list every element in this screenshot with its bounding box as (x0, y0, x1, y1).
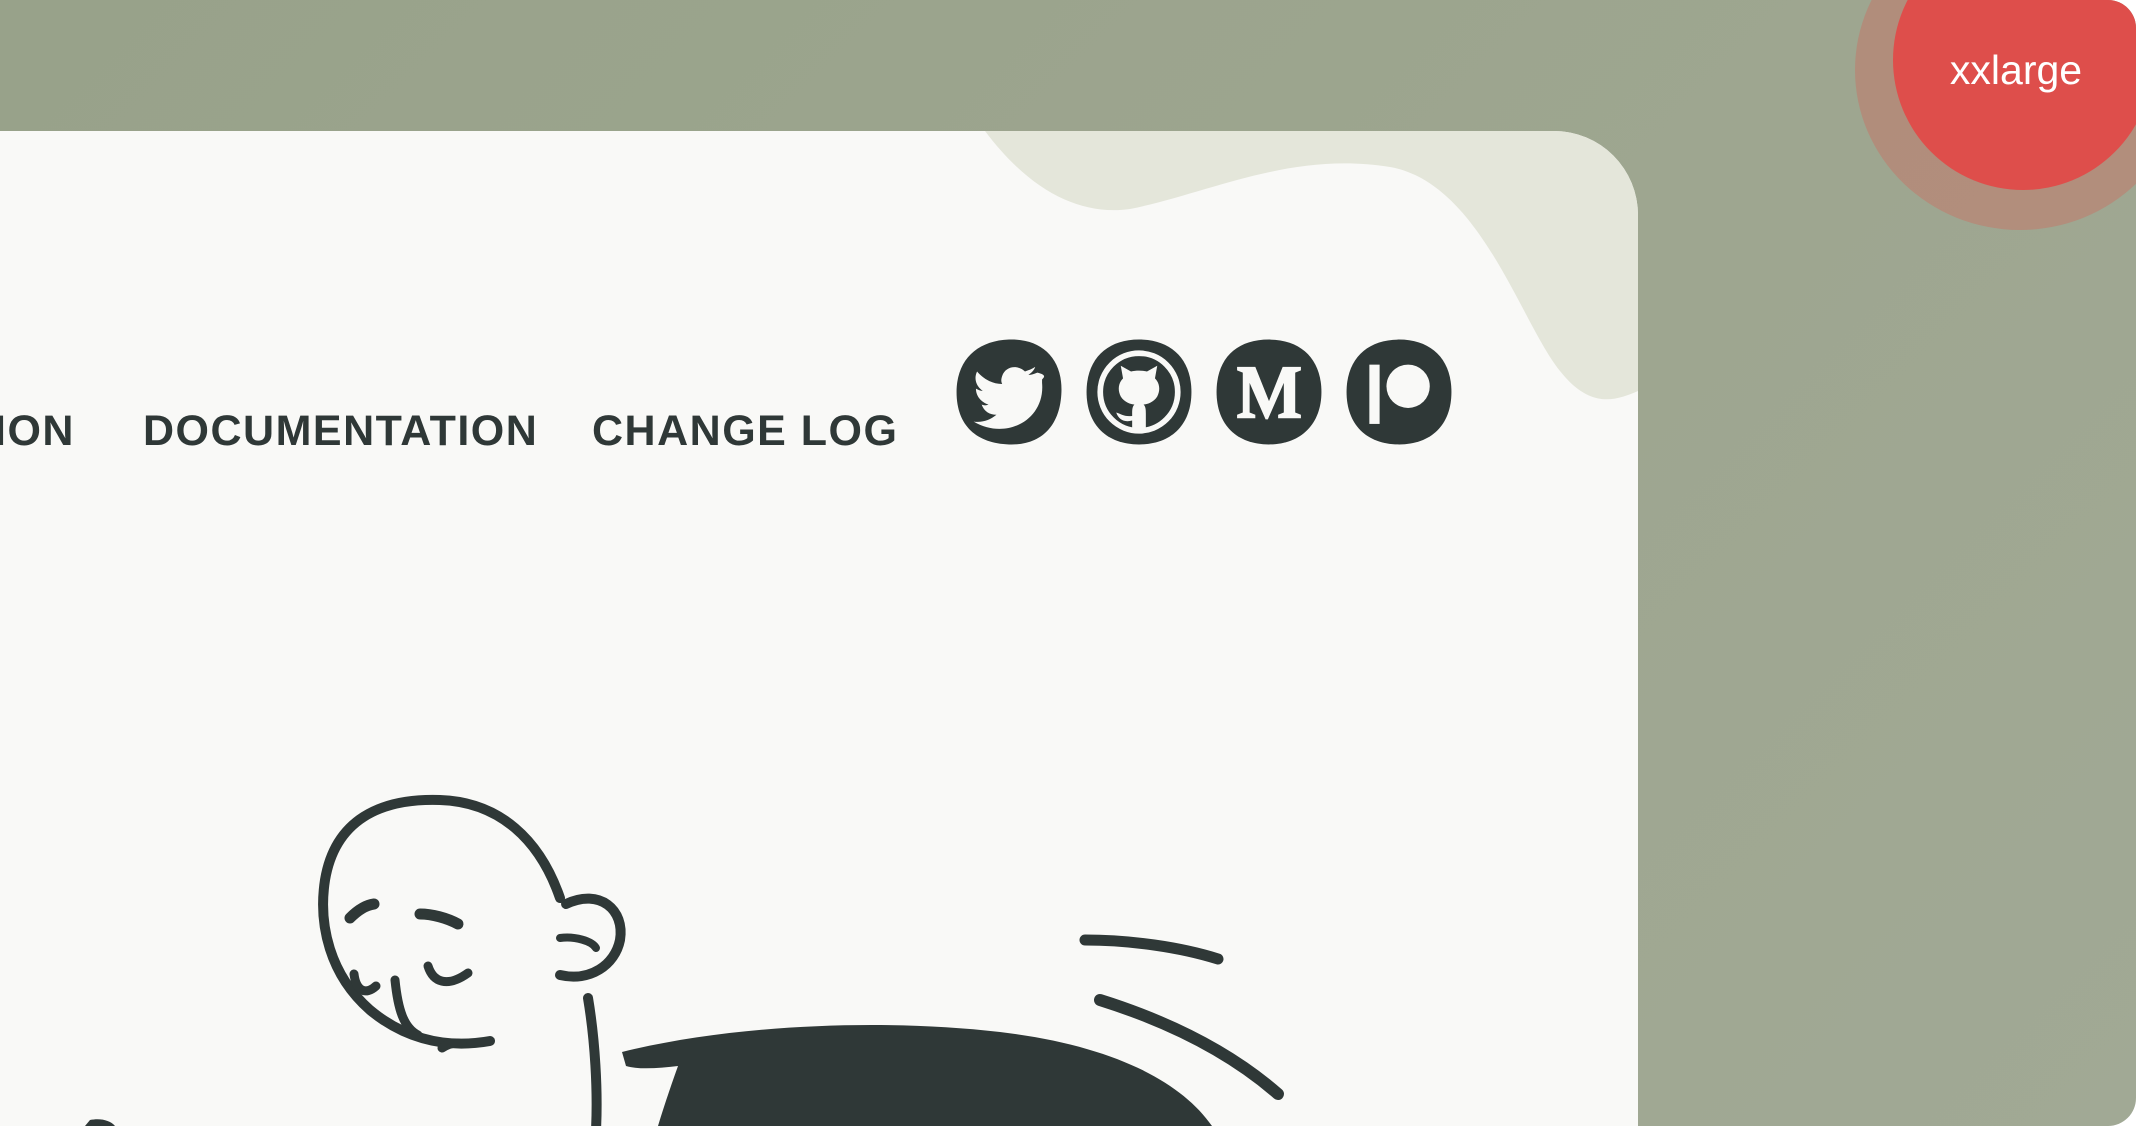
twitter-icon[interactable] (952, 333, 1066, 451)
nav-link-ion[interactable]: ION (0, 371, 75, 491)
medium-icon[interactable] (1212, 333, 1326, 451)
app-frame: ION DOCUMENTATION CHANGE LOG xxlarge (0, 0, 2136, 1126)
patreon-icon[interactable] (1342, 333, 1456, 451)
nav-link-change-log[interactable]: CHANGE LOG (592, 371, 898, 491)
nav-link-documentation[interactable]: DOCUMENTATION (143, 371, 538, 491)
size-badge-label: xxlarge (1949, 47, 2083, 93)
github-icon[interactable] (1082, 333, 1196, 451)
sleeping-person-illustration (85, 794, 1284, 1126)
